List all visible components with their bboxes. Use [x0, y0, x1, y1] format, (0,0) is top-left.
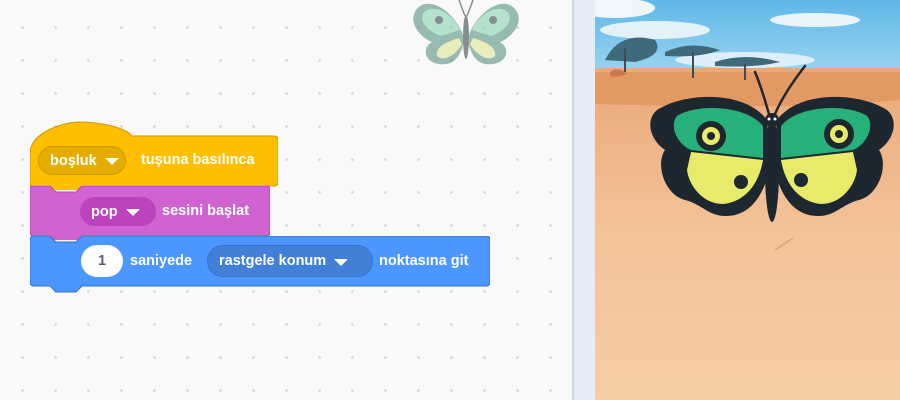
- sound-block-label: sesini başlat: [162, 203, 250, 219]
- seconds-label: saniyede: [130, 253, 193, 269]
- chevron-down-icon: [334, 258, 349, 266]
- key-dropdown[interactable]: boşluk: [38, 146, 126, 175]
- chevron-down-icon: [104, 158, 119, 165]
- stage[interactable]: [595, 0, 900, 400]
- seconds-input[interactable]: 1: [81, 245, 123, 277]
- sound-dropdown-value: pop: [91, 203, 118, 220]
- savanna-backdrop-icon: [595, 0, 900, 400]
- chevron-down-icon: [125, 209, 140, 216]
- motion-end-label: noktasına git: [379, 253, 469, 269]
- when-key-pressed-block[interactable]: boşluk tuşuna basılınca: [30, 114, 278, 190]
- hat-block-label: tuşuna basılınca: [141, 152, 255, 168]
- panel-divider: [572, 0, 595, 400]
- sound-dropdown[interactable]: pop: [80, 197, 156, 226]
- target-dropdown-value: rastgele konum: [219, 253, 327, 269]
- sprite-thumbnail-butterfly-icon: [413, 0, 519, 65]
- start-sound-block[interactable]: pop sesini başlat: [30, 186, 270, 240]
- glide-to-block[interactable]: 1 saniyede rastgele konum noktasına git: [30, 236, 490, 294]
- panel-divider-line: [572, 0, 574, 400]
- code-workspace[interactable]: boşluk tuşuna basılınca pop sesini başla…: [0, 0, 572, 400]
- target-dropdown[interactable]: rastgele konum: [207, 245, 373, 277]
- key-dropdown-value: boşluk: [50, 152, 97, 169]
